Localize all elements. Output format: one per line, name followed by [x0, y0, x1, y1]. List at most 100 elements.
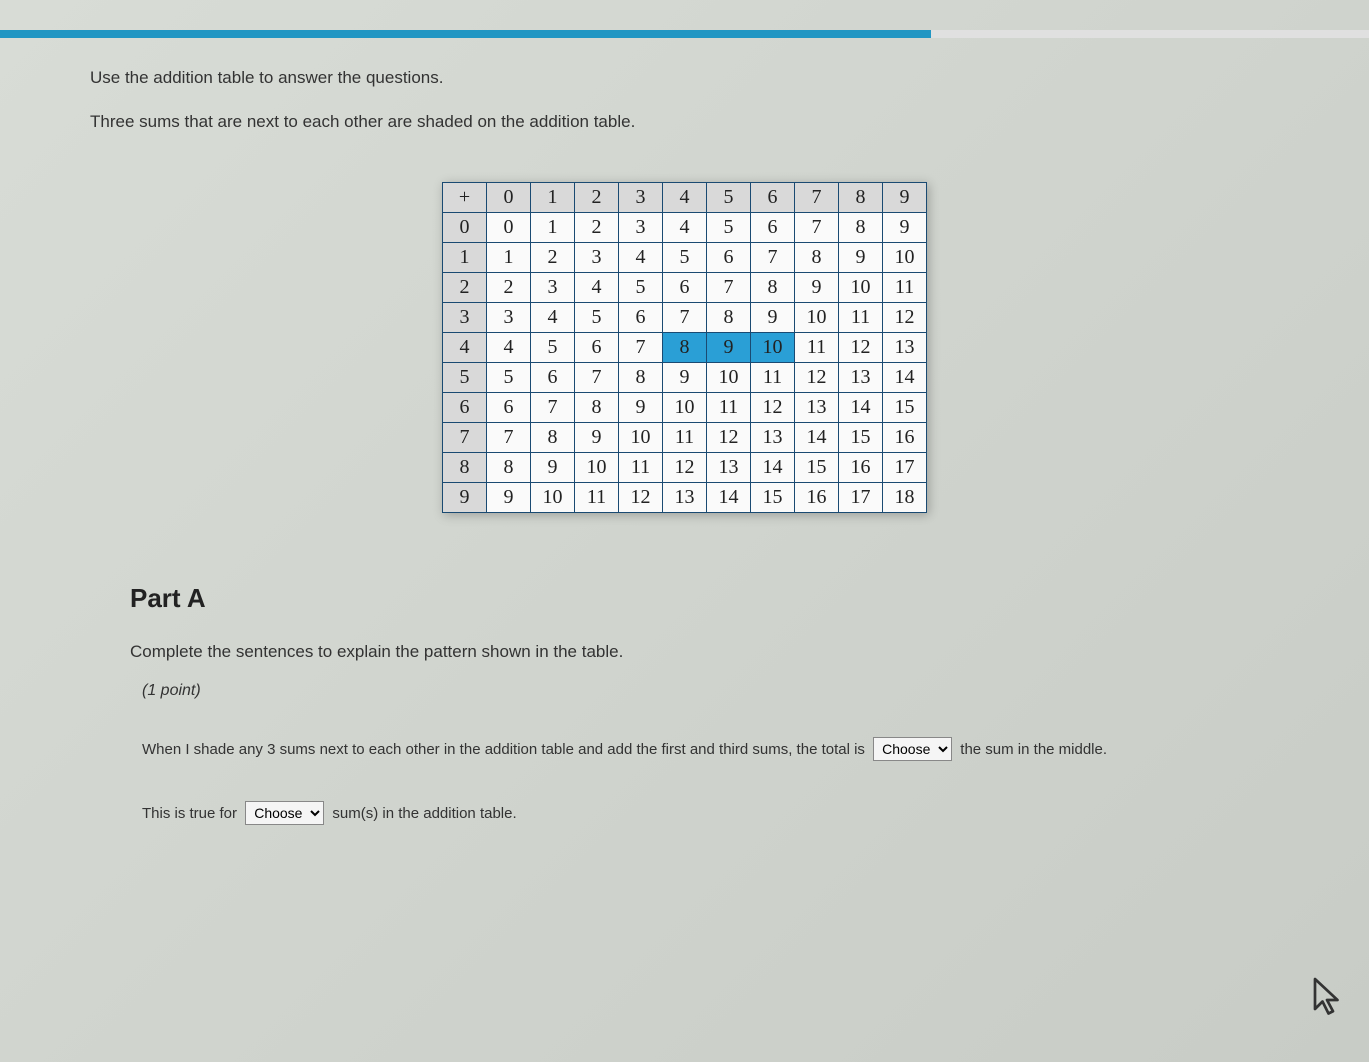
table-cell: 10	[795, 303, 839, 333]
table-cell: 8	[751, 273, 795, 303]
table-cell: 12	[883, 303, 927, 333]
dropdown-1[interactable]: Choose	[873, 737, 952, 761]
table-cell: 9	[531, 453, 575, 483]
col-header: 3	[619, 183, 663, 213]
table-corner: +	[443, 183, 487, 213]
table-cell: 4	[663, 213, 707, 243]
table-cell: 14	[751, 453, 795, 483]
row-header: 9	[443, 483, 487, 513]
table-cell: 13	[663, 483, 707, 513]
col-header: 2	[575, 183, 619, 213]
table-cell: 10	[575, 453, 619, 483]
table-cell: 9	[707, 333, 751, 363]
col-header: 4	[663, 183, 707, 213]
row-header: 2	[443, 273, 487, 303]
table-cell: 5	[619, 273, 663, 303]
table-cell: 9	[663, 363, 707, 393]
table-cell: 10	[663, 393, 707, 423]
sentence-2: This is true for Choose sum(s) in the ad…	[142, 800, 1279, 828]
table-cell: 9	[575, 423, 619, 453]
sentence-1-text-b: the sum in the middle.	[960, 741, 1107, 758]
table-cell: 4	[619, 243, 663, 273]
dropdown-2[interactable]: Choose	[245, 801, 324, 825]
row-header: 3	[443, 303, 487, 333]
table-cell: 9	[795, 273, 839, 303]
table-cell: 8	[839, 213, 883, 243]
row-header: 6	[443, 393, 487, 423]
table-cell: 14	[795, 423, 839, 453]
part-a-points: (1 point)	[142, 682, 1279, 700]
addition-table-wrap: +012345678900123456789112345678910223456…	[90, 182, 1279, 513]
table-cell: 13	[751, 423, 795, 453]
table-cell: 6	[575, 333, 619, 363]
table-cell: 1	[487, 243, 531, 273]
table-cell: 13	[707, 453, 751, 483]
table-cell: 16	[795, 483, 839, 513]
instruction-line-1: Use the addition table to answer the que…	[90, 68, 1279, 88]
table-cell: 17	[883, 453, 927, 483]
table-cell: 8	[707, 303, 751, 333]
table-cell: 8	[531, 423, 575, 453]
table-cell: 9	[883, 213, 927, 243]
table-cell: 5	[487, 363, 531, 393]
table-cell: 9	[487, 483, 531, 513]
table-cell: 13	[883, 333, 927, 363]
part-a-heading: Part A	[130, 583, 1279, 614]
addition-table: +012345678900123456789112345678910223456…	[442, 182, 927, 513]
col-header: 9	[883, 183, 927, 213]
table-cell: 15	[751, 483, 795, 513]
col-header: 8	[839, 183, 883, 213]
table-cell: 2	[487, 273, 531, 303]
table-cell: 12	[839, 333, 883, 363]
table-cell: 2	[531, 243, 575, 273]
table-cell: 12	[707, 423, 751, 453]
part-a-instruction: Complete the sentences to explain the pa…	[130, 642, 1279, 662]
progress-bar	[0, 30, 1369, 38]
sentence-2-text-a: This is true for	[142, 805, 241, 822]
table-cell: 10	[619, 423, 663, 453]
table-cell: 10	[751, 333, 795, 363]
table-cell: 13	[795, 393, 839, 423]
table-cell: 6	[487, 393, 531, 423]
table-cell: 11	[575, 483, 619, 513]
table-cell: 3	[487, 303, 531, 333]
table-cell: 16	[839, 453, 883, 483]
table-cell: 8	[795, 243, 839, 273]
table-cell: 3	[619, 213, 663, 243]
table-cell: 3	[531, 273, 575, 303]
table-cell: 11	[839, 303, 883, 333]
table-cell: 0	[487, 213, 531, 243]
sentence-1-text-a: When I shade any 3 sums next to each oth…	[142, 741, 869, 758]
table-cell: 7	[795, 213, 839, 243]
table-cell: 6	[619, 303, 663, 333]
table-cell: 11	[707, 393, 751, 423]
row-header: 5	[443, 363, 487, 393]
table-cell: 10	[531, 483, 575, 513]
table-cell: 7	[619, 333, 663, 363]
table-cell: 6	[531, 363, 575, 393]
row-header: 7	[443, 423, 487, 453]
table-cell: 12	[795, 363, 839, 393]
table-cell: 1	[531, 213, 575, 243]
table-cell: 8	[663, 333, 707, 363]
row-header: 0	[443, 213, 487, 243]
table-cell: 15	[883, 393, 927, 423]
table-cell: 14	[883, 363, 927, 393]
sentence-2-text-b: sum(s) in the addition table.	[332, 805, 516, 822]
row-header: 1	[443, 243, 487, 273]
table-cell: 16	[883, 423, 927, 453]
table-cell: 9	[619, 393, 663, 423]
table-cell: 11	[663, 423, 707, 453]
instruction-line-2: Three sums that are next to each other a…	[90, 112, 1279, 132]
table-cell: 10	[883, 243, 927, 273]
table-cell: 10	[707, 363, 751, 393]
row-header: 4	[443, 333, 487, 363]
col-header: 5	[707, 183, 751, 213]
row-header: 8	[443, 453, 487, 483]
table-cell: 5	[575, 303, 619, 333]
table-cell: 9	[839, 243, 883, 273]
table-cell: 4	[575, 273, 619, 303]
table-cell: 5	[663, 243, 707, 273]
cursor-icon	[1309, 976, 1345, 1018]
table-cell: 13	[839, 363, 883, 393]
